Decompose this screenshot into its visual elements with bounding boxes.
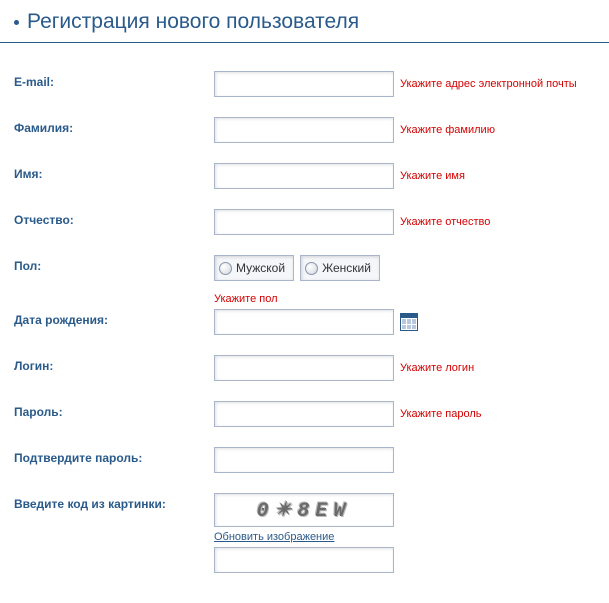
row-login: Логин: Укажите логин — [14, 355, 595, 381]
row-firstname: Имя: Укажите имя — [14, 163, 595, 189]
dob-input[interactable] — [214, 309, 394, 335]
label-captcha: Введите код из картинки: — [14, 493, 214, 511]
error-lastname: Укажите фамилию — [400, 124, 495, 136]
refresh-captcha-link[interactable]: Обновить изображение — [214, 531, 394, 543]
calendar-icon[interactable] — [400, 313, 418, 331]
radio-female[interactable]: Женский — [300, 255, 380, 281]
lastname-input[interactable] — [214, 117, 394, 143]
page-title: Регистрация нового пользователя — [14, 10, 595, 34]
radio-icon — [219, 262, 232, 275]
row-gender: Пол: Мужской Женский — [14, 255, 595, 281]
label-firstname: Имя: — [14, 163, 214, 181]
row-middlename: Отчество: Укажите отчество — [14, 209, 595, 235]
error-email: Укажите адрес электронной почты — [400, 78, 577, 90]
label-dob: Дата рождения: — [14, 309, 214, 327]
row-lastname: Фамилия: Укажите фамилию — [14, 117, 595, 143]
label-login: Логин: — [14, 355, 214, 373]
captcha-input[interactable] — [214, 547, 394, 573]
radio-icon — [305, 262, 318, 275]
row-password: Пароль: Укажите пароль — [14, 401, 595, 427]
confirm-input[interactable] — [214, 447, 394, 473]
radio-female-label: Женский — [322, 261, 371, 275]
radio-male[interactable]: Мужской — [214, 255, 294, 281]
label-confirm: Подтвердите пароль: — [14, 447, 214, 465]
label-gender: Пол: — [14, 255, 214, 273]
login-input[interactable] — [214, 355, 394, 381]
error-gender: Укажите пол — [214, 293, 595, 305]
error-middlename: Укажите отчество — [400, 216, 490, 228]
title-bullet-icon — [14, 20, 19, 25]
page-title-text: Регистрация нового пользователя — [27, 10, 359, 34]
registration-form: E-mail: Укажите адрес электронной почты … — [0, 43, 609, 603]
label-password: Пароль: — [14, 401, 214, 419]
email-input[interactable] — [214, 71, 394, 97]
password-input[interactable] — [214, 401, 394, 427]
error-login: Укажите логин — [400, 362, 474, 374]
label-middlename: Отчество: — [14, 209, 214, 227]
error-password: Укажите пароль — [400, 408, 481, 420]
row-dob: Дата рождения: — [14, 309, 595, 335]
firstname-input[interactable] — [214, 163, 394, 189]
label-lastname: Фамилия: — [14, 117, 214, 135]
row-captcha: Введите код из картинки: 0✴8EW Обновить … — [14, 493, 595, 573]
radio-male-label: Мужской — [236, 261, 285, 275]
row-confirm: Подтвердите пароль: — [14, 447, 595, 473]
captcha-image: 0✴8EW — [214, 493, 394, 527]
label-email: E-mail: — [14, 71, 214, 89]
page-header: Регистрация нового пользователя — [0, 0, 609, 43]
error-firstname: Укажите имя — [400, 170, 465, 182]
middlename-input[interactable] — [214, 209, 394, 235]
row-email: E-mail: Укажите адрес электронной почты — [14, 71, 595, 97]
